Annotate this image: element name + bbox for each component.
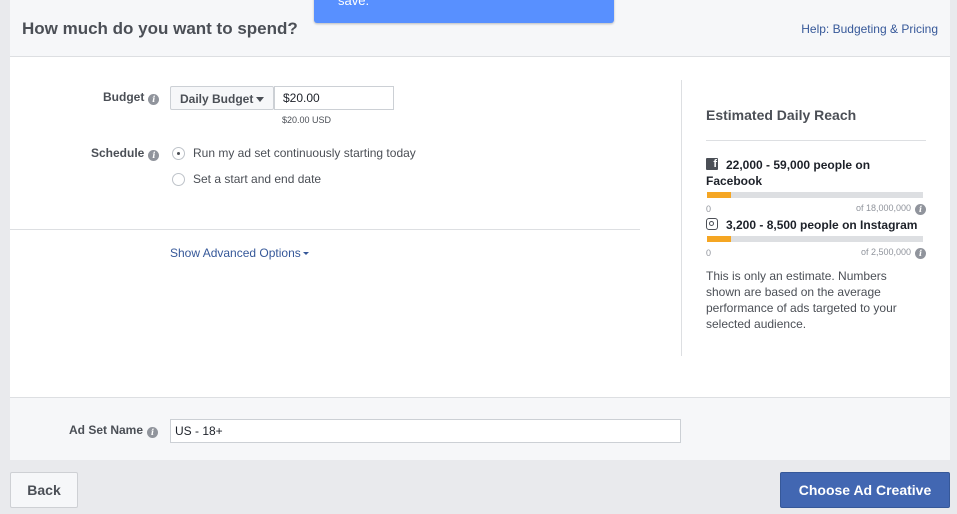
facebook-scale-min: 0 (706, 204, 712, 214)
facebook-reach-text: 22,000 - 59,000 people on Facebook (706, 158, 871, 188)
instagram-reach-bar-fill (707, 236, 731, 242)
facebook-scale-max-text: of 18,000,000 (855, 203, 911, 213)
reach-title: Estimated Daily Reach (706, 107, 857, 123)
show-advanced-options-link[interactable]: Show Advanced Options (170, 246, 309, 260)
reach-disclaimer: This is only an estimate. Numbers shown … (706, 269, 897, 331)
back-button[interactable]: Back (10, 472, 78, 508)
ad-set-name-label-text: Ad Set Name (69, 423, 144, 437)
schedule-info-icon[interactable]: i (148, 150, 160, 161)
instagram-reach-text: 3,200 - 8,500 people on Instagram (726, 218, 918, 232)
section-title: How much do you want to spend? (22, 19, 298, 38)
advanced-options-text: Show Advanced Options (170, 246, 301, 260)
notification-text: save. (338, 0, 370, 8)
schedule-label-text: Schedule (91, 146, 145, 160)
schedule-date-range-label[interactable]: Set a start and end date (193, 172, 321, 186)
facebook-reach-bar-fill (707, 192, 731, 198)
facebook-scale-max: of 18,000,000 i (856, 203, 926, 215)
schedule-continuous-radio[interactable] (172, 147, 185, 160)
facebook-icon (706, 156, 718, 172)
schedule-label: Schedule i (91, 146, 160, 161)
ad-set-name-input[interactable] (170, 419, 681, 443)
info-icon[interactable]: i (915, 204, 926, 215)
instagram-scale-max-text: of 2,500,000 (860, 247, 911, 257)
budget-type-value: Daily Budget (180, 92, 254, 106)
section-divider (10, 229, 640, 230)
budget-type-dropdown[interactable]: Daily Budget (170, 86, 274, 110)
instagram-scale-max: of 2,500,000 i (861, 247, 926, 259)
instagram-icon (706, 218, 718, 230)
instagram-reach-bar (707, 236, 923, 242)
ad-set-name-label: Ad Set Name i (69, 423, 159, 438)
schedule-date-range-radio[interactable] (172, 173, 185, 186)
reach-title-divider (706, 140, 926, 141)
notification-banner: save. (314, 0, 614, 23)
chevron-down-icon (302, 252, 309, 255)
instagram-scale-min: 0 (706, 248, 712, 258)
chevron-down-icon (256, 97, 264, 102)
instagram-reach: 3,200 - 8,500 people on Instagram (706, 217, 926, 233)
ad-set-name-info-icon[interactable]: i (147, 427, 159, 438)
help-budgeting-link[interactable]: Help: Budgeting & Pricing (801, 22, 938, 36)
budget-label: Budget i (103, 90, 160, 105)
facebook-reach-bar (707, 192, 923, 198)
facebook-reach: 22,000 - 59,000 people on Facebook (706, 156, 926, 189)
ad-set-name-section: Ad Set Name i (10, 397, 950, 460)
budget-amount-input[interactable] (274, 86, 394, 110)
budget-currency-note: $20.00 USD (282, 115, 332, 125)
choose-ad-creative-button[interactable]: Choose Ad Creative (780, 472, 950, 508)
budget-label-text: Budget (103, 90, 145, 104)
info-icon[interactable]: i (915, 248, 926, 259)
schedule-continuous-label[interactable]: Run my ad set continuously starting toda… (193, 146, 416, 160)
budget-panel: How much do you want to spend? Help: Bud… (10, 0, 950, 460)
budget-info-icon[interactable]: i (148, 94, 160, 105)
reach-column-divider (681, 80, 682, 356)
